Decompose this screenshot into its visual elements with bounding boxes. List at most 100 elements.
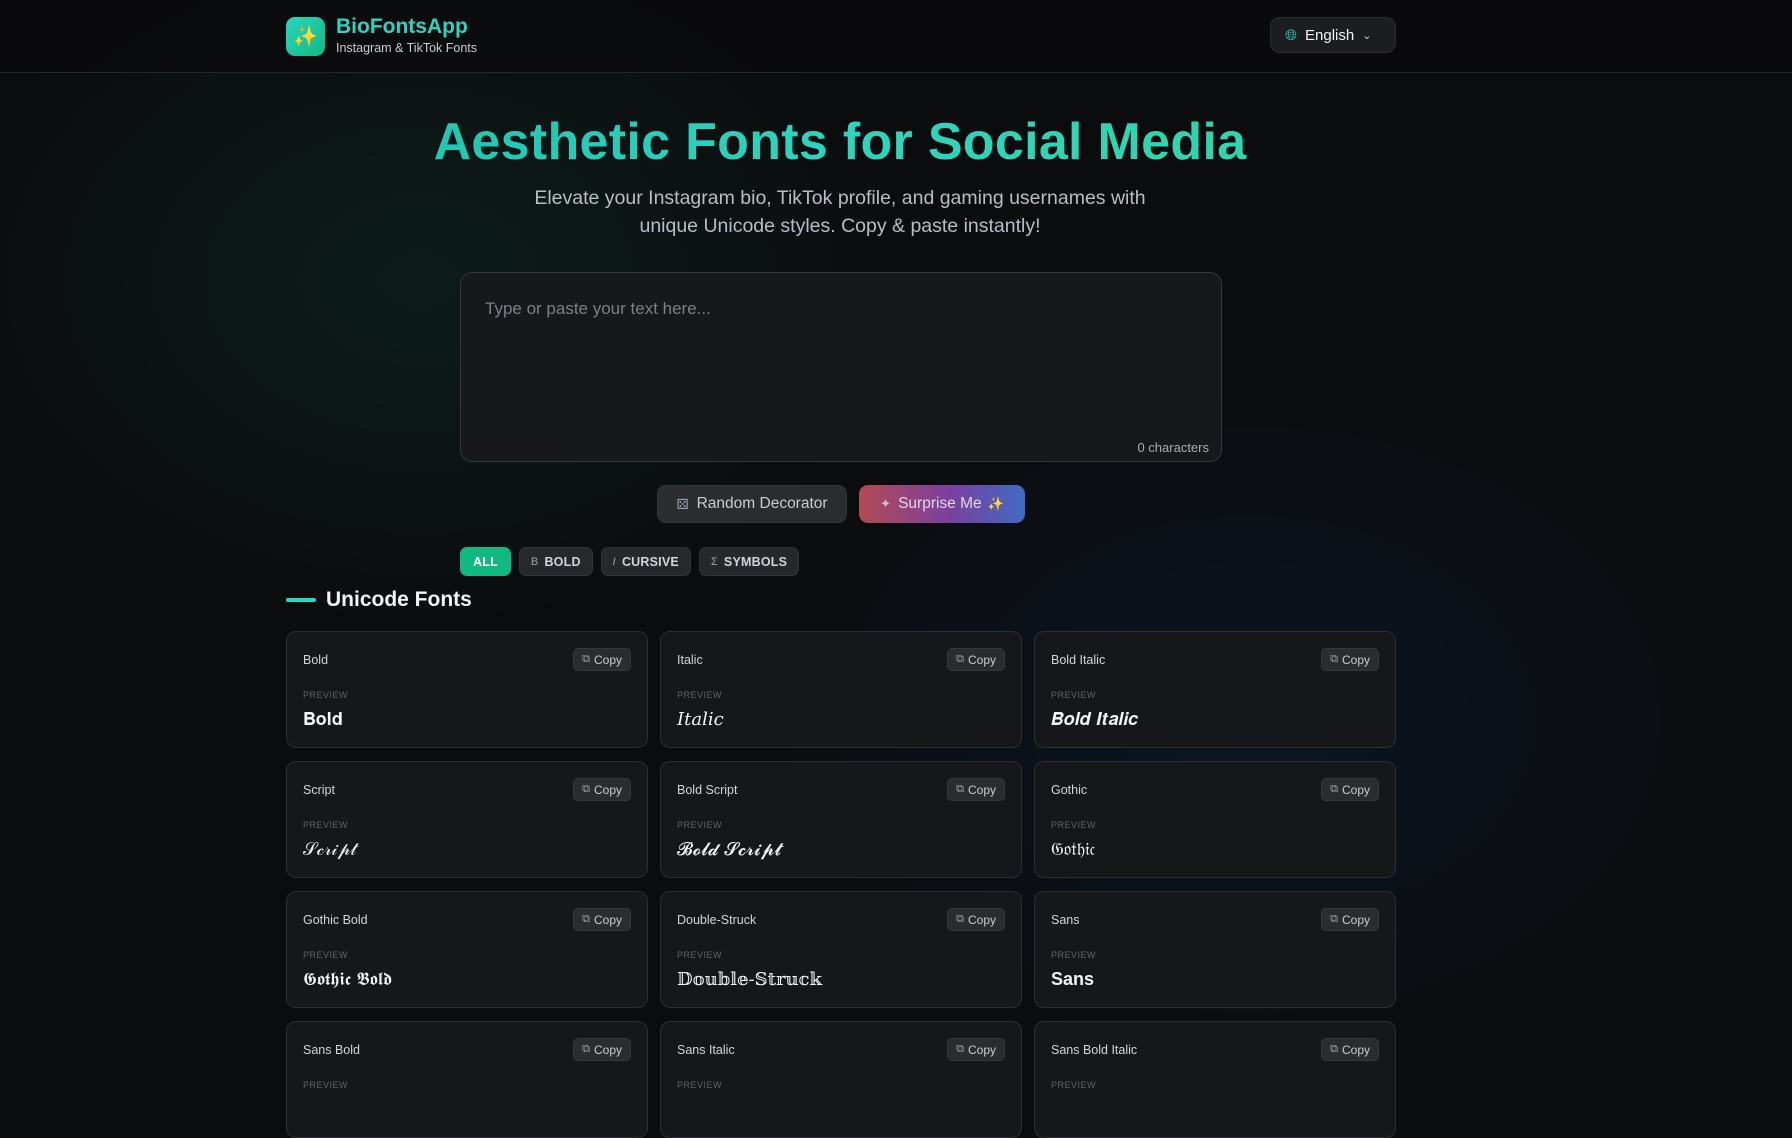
sparkle-emoji: ✨ <box>987 496 1004 511</box>
italic-icon: I <box>612 555 616 568</box>
copy-button[interactable]: ⧉ Copy <box>947 908 1005 931</box>
copy-icon: ⧉ <box>956 653 964 665</box>
bold-icon: B <box>530 555 539 568</box>
filter-bold[interactable]: B BOLD <box>518 547 593 576</box>
copy-label: Copy <box>1341 652 1370 667</box>
font-card-gothic[interactable]: Gothic ⧉ Copy PREVIEW 𝔊𝔬𝔱𝔥𝔦𝔠 <box>1034 761 1396 878</box>
font-preview: 𝑩𝒐𝒍𝒅 𝑰𝒕𝒂𝒍𝒊𝒄 <box>1051 709 1139 730</box>
font-name: Bold Italic <box>1051 653 1106 667</box>
font-card-script[interactable]: Script ⧉ Copy PREVIEW 𝒮𝒸𝓇𝒾𝓅𝓉 <box>286 761 648 878</box>
font-preview: 𝐼𝑡𝑎𝑙𝑖𝑐 <box>677 709 724 730</box>
copy-button[interactable]: ⧉ Copy <box>1321 778 1379 801</box>
copy-icon: ⧉ <box>1330 1043 1338 1055</box>
font-card-bold-script[interactable]: Bold Script ⧉ Copy PREVIEW 𝓑𝓸𝓵𝓭 𝓢𝓬𝓻𝓲𝓹𝓽 <box>660 761 1022 878</box>
language-label: English <box>1305 26 1355 44</box>
preview-label: PREVIEW <box>677 820 723 830</box>
font-preview: 𝒮𝒸𝓇𝒾𝓅𝓉 <box>303 839 357 860</box>
preview-label: PREVIEW <box>1051 690 1097 700</box>
copy-icon: ⧉ <box>956 783 964 795</box>
font-card-bold[interactable]: Bold ⧉ Copy PREVIEW 𝐁𝐨𝐥𝐝 <box>286 631 648 748</box>
dice-icon: ⚄ <box>676 495 689 512</box>
filter-all-label: ALL <box>473 554 498 569</box>
copy-label: Copy <box>967 782 996 797</box>
copy-button[interactable]: ⧉ Copy <box>573 648 631 671</box>
section-title: Unicode Fonts <box>326 588 472 611</box>
copy-icon: ⧉ <box>956 1043 964 1055</box>
page-title: Aesthetic Fonts for Social Media <box>0 112 1680 172</box>
copy-label: Copy <box>593 1042 622 1057</box>
filter-all[interactable]: ALL <box>460 547 511 576</box>
copy-label: Copy <box>1341 1042 1370 1057</box>
copy-label: Copy <box>967 912 996 927</box>
font-card-sans-bold[interactable]: Sans Bold ⧉ Copy PREVIEW <box>286 1021 648 1138</box>
font-preview: 𝓑𝓸𝓵𝓭 𝓢𝓬𝓻𝓲𝓹𝓽 <box>677 839 782 860</box>
font-card-sans-italic[interactable]: Sans Italic ⧉ Copy PREVIEW <box>660 1021 1022 1138</box>
copy-label: Copy <box>967 1042 996 1057</box>
preview-label: PREVIEW <box>303 820 349 830</box>
font-card-sans-bold-italic[interactable]: Sans Bold Italic ⧉ Copy PREVIEW <box>1034 1021 1396 1138</box>
font-name: Bold <box>303 653 329 667</box>
copy-button[interactable]: ⧉ Copy <box>573 908 631 931</box>
preview-label: PREVIEW <box>677 1080 723 1090</box>
font-preview: 𝔊𝔬𝔱𝔥𝔦𝔠 <box>1051 839 1096 860</box>
preview-label: PREVIEW <box>677 950 723 960</box>
preview-label: PREVIEW <box>677 690 723 700</box>
globe-icon: 🌐︎ <box>1285 26 1298 44</box>
filter-cursive[interactable]: I CURSIVE <box>600 547 691 576</box>
font-name: Sans <box>1051 913 1080 927</box>
font-name: Script <box>303 783 335 797</box>
top-navbar: ✨ BioFontsApp Instagram & TikTok Fonts 🌐… <box>0 0 1792 73</box>
font-name: Sans Bold Italic <box>1051 1043 1138 1057</box>
font-preview: Sans <box>1051 969 1095 989</box>
font-name: Bold Script <box>677 783 738 797</box>
font-card-double-struck[interactable]: Double-Struck ⧉ Copy PREVIEW 𝔻𝕠𝕦𝕓𝕝𝕖-𝕊𝕥𝕣𝕦𝕔… <box>660 891 1022 1008</box>
brand-text: BioFontsApp Instagram & TikTok Fonts <box>336 15 477 57</box>
font-card-gothic-bold[interactable]: Gothic Bold ⧉ Copy PREVIEW 𝕲𝖔𝖙𝖍𝖎𝖈 𝕭𝖔𝖑𝖉 <box>286 891 648 1008</box>
font-card-bold-italic[interactable]: Bold Italic ⧉ Copy PREVIEW 𝑩𝒐𝒍𝒅 𝑰𝒕𝒂𝒍𝒊𝒄 <box>1034 631 1396 748</box>
section-header: Unicode Fonts <box>286 588 472 612</box>
copy-label: Copy <box>593 652 622 667</box>
brand[interactable]: ✨ BioFontsApp Instagram & TikTok Fonts <box>286 15 477 57</box>
app-tagline: Instagram & TikTok Fonts <box>336 41 478 55</box>
copy-button[interactable]: ⧉ Copy <box>1321 1038 1379 1061</box>
font-card-italic[interactable]: Italic ⧉ Copy PREVIEW 𝐼𝑡𝑎𝑙𝑖𝑐 <box>660 631 1022 748</box>
preview-label: PREVIEW <box>303 1080 349 1090</box>
copy-icon: ⧉ <box>1330 653 1338 665</box>
font-name: Sans Italic <box>677 1043 735 1057</box>
page-subtitle: Elevate your Instagram bio, TikTok profi… <box>534 187 1146 237</box>
sparkles-icon: ✦ <box>880 496 892 511</box>
filter-symbols-label: SYMBOLS <box>723 554 788 569</box>
copy-icon: ⧉ <box>582 1043 590 1055</box>
copy-button[interactable]: ⧉ Copy <box>1321 908 1379 931</box>
copy-button[interactable]: ⧉ Copy <box>1321 648 1379 671</box>
surprise-me-button[interactable]: ✦ Surprise Me ✨ <box>859 485 1025 523</box>
copy-icon: ⧉ <box>956 913 964 925</box>
font-preview: 𝔻𝕠𝕦𝕓𝕝𝕖-𝕊𝕥𝕣𝕦𝕔𝕜 <box>677 969 822 990</box>
font-card-sans[interactable]: Sans ⧉ Copy PREVIEW Sans <box>1034 891 1396 1008</box>
random-decorator-button[interactable]: ⚄ Random Decorator <box>657 485 847 523</box>
chevron-down-icon: ⌄ <box>1362 29 1372 42</box>
text-input[interactable] <box>461 273 1221 461</box>
copy-label: Copy <box>593 782 622 797</box>
font-name: Sans Bold <box>303 1043 360 1057</box>
preview-label: PREVIEW <box>1051 1080 1097 1090</box>
copy-label: Copy <box>1341 912 1370 927</box>
copy-button[interactable]: ⧉ Copy <box>573 1038 631 1061</box>
font-preview: 𝕲𝖔𝖙𝖍𝖎𝖈 𝕭𝖔𝖑𝖉 <box>303 969 393 990</box>
text-input-box: 0 characters <box>460 272 1222 462</box>
copy-button[interactable]: ⧉ Copy <box>573 778 631 801</box>
section-accent-bar <box>286 598 316 602</box>
copy-button[interactable]: ⧉ Copy <box>947 1038 1005 1061</box>
copy-label: Copy <box>593 912 622 927</box>
language-selector[interactable]: 🌐︎ English ⌄ <box>1270 17 1396 53</box>
preview-label: PREVIEW <box>303 690 349 700</box>
copy-button[interactable]: ⧉ Copy <box>947 778 1005 801</box>
filter-cursive-label: CURSIVE <box>621 554 679 569</box>
filter-symbols[interactable]: Σ SYMBOLS <box>698 547 800 576</box>
font-name: Italic <box>677 653 703 667</box>
sparkles-icon: ✨ <box>286 16 325 56</box>
font-preview: 𝐁𝐨𝐥𝐝 <box>303 709 343 730</box>
copy-icon: ⧉ <box>1330 913 1338 925</box>
copy-icon: ⧉ <box>582 913 590 925</box>
copy-button[interactable]: ⧉ Copy <box>947 648 1005 671</box>
